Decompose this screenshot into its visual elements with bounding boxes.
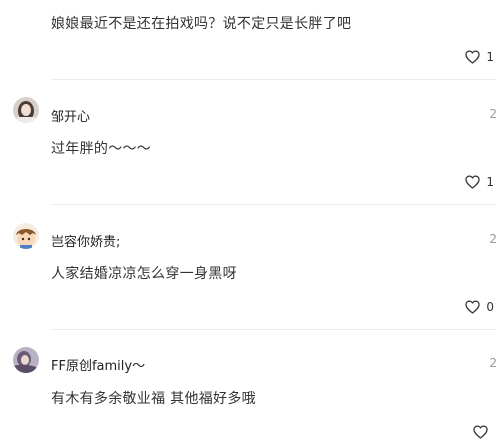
comment-time: 2 (489, 356, 497, 370)
username[interactable]: FF原创family～ (51, 355, 145, 374)
comment-item: 娘娘最近不是还在拍戏吗？说不定只是长胖了吧 1 (0, 0, 497, 80)
username[interactable]: 岂容你娇贵; (51, 231, 120, 250)
avatar[interactable] (13, 97, 39, 123)
avatar[interactable] (13, 223, 39, 249)
comment-item: FF原创family～ 2 有木有多余敬业福 其他福好多哦 (0, 330, 497, 441)
heart-outline-icon (465, 300, 481, 314)
comment-text: 过年胖的～～～ (51, 141, 152, 157)
like-count: 1 (486, 50, 494, 64)
heart-outline-icon (465, 50, 481, 64)
heart-outline-icon (465, 175, 481, 189)
comment-text: 人家结婚凉凉怎么穿一身黑呀 (51, 266, 237, 282)
comment-item: 邹开心 2 过年胖的～～～ 1 (0, 80, 497, 204)
avatar[interactable] (13, 347, 39, 373)
like-button[interactable]: 1 (465, 49, 494, 65)
like-count: 0 (486, 300, 494, 314)
comment-item: 岂容你娇贵; 2 人家结婚凉凉怎么穿一身黑呀 0 (0, 205, 497, 329)
comment-time: 2 (489, 107, 497, 121)
like-count: 1 (486, 175, 494, 189)
comment-list: 娘娘最近不是还在拍戏吗？说不定只是长胖了吧 1 邹开心 2 过年胖的～～～ 1 … (0, 0, 497, 441)
like-button[interactable]: 0 (465, 299, 494, 315)
comment-text: 娘娘最近不是还在拍戏吗？说不定只是长胖了吧 (51, 16, 352, 32)
comment-time: 2 (489, 232, 497, 246)
heart-outline-icon (473, 425, 488, 439)
like-button[interactable] (473, 424, 494, 440)
comment-text: 有木有多余敬业福 其他福好多哦 (51, 391, 256, 407)
username[interactable]: 邹开心 (51, 106, 90, 125)
like-button[interactable]: 1 (465, 174, 494, 190)
